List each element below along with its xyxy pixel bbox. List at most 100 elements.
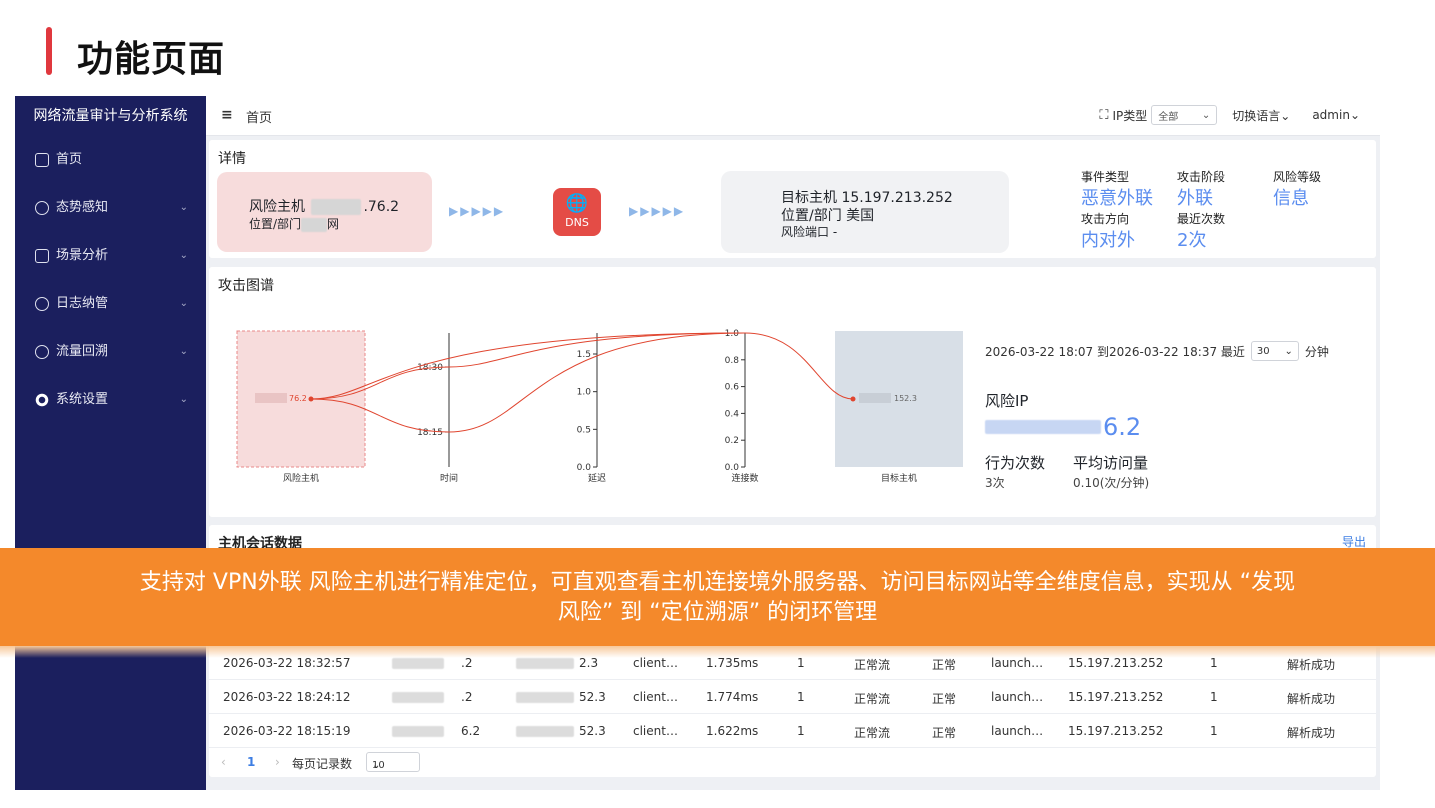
axis-label: 时间: [440, 472, 458, 484]
sidebar-item-label: 系统设置: [56, 392, 109, 407]
graph-link: [310, 332, 746, 400]
attack-stage-label: 攻击阶段: [1177, 170, 1226, 184]
cell-client: client…: [633, 724, 678, 738]
prev-page-button[interactable]: ‹: [221, 755, 226, 769]
cell-status: 正常: [932, 726, 957, 740]
slide-title: 功能页面: [77, 39, 226, 80]
cell-latency: 1.774ms: [706, 690, 759, 704]
caption-line-2: 风险” 到 “定位溯源” 的闭环管理: [557, 600, 878, 625]
next-page-button[interactable]: ›: [275, 755, 280, 769]
sidebar-item-logs[interactable]: 日志纳管 ⌄: [15, 280, 206, 328]
globe-icon: 🌐: [565, 193, 589, 214]
graph-link: [310, 332, 746, 433]
chevron-down-icon: ⌄: [1201, 109, 1211, 121]
risk-location-label: 位置/部门: [249, 217, 302, 231]
event-type-label: 事件类型: [1081, 170, 1130, 184]
cell-time: 2026-03-22 18:32:57: [223, 656, 351, 670]
sidebar-item-scene[interactable]: 场景分析 ⌄: [15, 232, 206, 280]
cell-app: launch…: [991, 656, 1044, 670]
tick-label: 0.0: [577, 463, 592, 473]
radar-icon: [35, 201, 49, 215]
menu-icon[interactable]: ≡: [221, 107, 233, 123]
cell-count: 1: [797, 724, 805, 738]
chevron-down-icon: ⌄: [372, 760, 381, 771]
caption-banner: 支持对 VPN外联 风险主机进行精准定位，可直观查看主机连接境外服务器、访问目标…: [0, 548, 1435, 646]
slide-header: 功能页面: [0, 0, 1435, 96]
cell-app: launch…: [991, 724, 1044, 738]
ip-type-label: IP类型: [1112, 108, 1148, 123]
behavior-value: 3次: [985, 476, 1005, 490]
cell-target: 15.197.213.252: [1068, 690, 1164, 704]
sidebar-item-label: 场景分析: [56, 248, 109, 263]
cell-src: .2: [461, 690, 473, 704]
chevron-down-icon: ⌄: [179, 394, 188, 405]
sidebar-item-situation[interactable]: 态势感知 ⌄: [15, 184, 206, 232]
ip-type-select[interactable]: 全部 ⌄: [1151, 105, 1218, 125]
cell-result: 解析成功: [1287, 692, 1336, 706]
risk-location-line: 位置/部门 网: [249, 215, 339, 232]
cell-client: client…: [633, 656, 678, 670]
per-page-select[interactable]: 10 ⌄: [366, 752, 420, 772]
risk-ip-suffix: 6.2: [1103, 413, 1142, 441]
masked-risk-ip: [985, 420, 1101, 434]
language-switch[interactable]: 切换语言⌄: [1232, 107, 1290, 124]
sidebar-item-traffic[interactable]: 流量回溯 ⌄: [15, 328, 206, 376]
caption-line-1: 支持对 VPN外联 风险主机进行精准定位，可直观查看主机连接境外服务器、访问目标…: [139, 570, 1296, 595]
user-name: admin: [1312, 108, 1350, 122]
risk-level-value: 信息: [1273, 188, 1309, 209]
app-window: 网络流量审计与分析系统 首页 态势感知 ⌄ 场景分析 ⌄ 日志纳管 ⌄ 流量回溯…: [15, 96, 1380, 790]
risk-host-label: 风险主机: [249, 199, 305, 215]
masked-ip: [311, 199, 362, 215]
sidebar-item-home[interactable]: 首页: [15, 136, 206, 184]
tick-label: 0.8: [725, 356, 740, 366]
range-unit: 分钟: [1304, 344, 1329, 359]
cell-target: 15.197.213.252: [1068, 724, 1164, 738]
range-text: 2026-03-22 18:07 到2026-03-22 18:37 最近: [985, 344, 1245, 359]
chevron-down-icon: ⌄: [1284, 345, 1293, 357]
sidebar-item-settings[interactable]: 系统设置 ⌄: [15, 376, 206, 424]
attack-graph-svg: 76.2 152.3 风险主机 时间 延迟 连接数 目标主机18:3018:151.51…: [236, 329, 963, 484]
time-range: 2026-03-22 18:07 到2026-03-22 18:37 最近 30…: [985, 341, 1329, 361]
clock-icon: [35, 345, 49, 359]
home-icon: [35, 153, 49, 167]
direction-value: 内对外: [1081, 230, 1135, 251]
masked-ip: [516, 658, 574, 669]
sidebar: 网络流量审计与分析系统 首页 态势感知 ⌄ 场景分析 ⌄ 日志纳管 ⌄ 流量回溯…: [15, 96, 206, 790]
user-menu[interactable]: admin⌄: [1312, 108, 1360, 122]
target-host: 目标主机 15.197.213.252: [781, 190, 953, 206]
cell-app: launch…: [991, 690, 1044, 704]
cell-flow: 正常流: [854, 726, 891, 740]
behavior-label: 行为次数: [985, 454, 1046, 472]
chevron-down-icon: ⌄: [179, 298, 188, 309]
tick-label: 1.5: [577, 350, 591, 360]
cell-target: 15.197.213.252: [1068, 656, 1164, 670]
range-select-value: 30: [1256, 345, 1270, 357]
cell-time: 2026-03-22 18:24:12: [223, 690, 351, 704]
tick-label: 1.0: [577, 388, 592, 398]
cell-flow: 正常流: [854, 692, 891, 706]
table-row[interactable]: 2026-03-22 18:15:19 6.2 52.3 client… 1.622ms…: [209, 713, 1376, 747]
avg-visit-value: 0.10(次/分钟): [1073, 476, 1150, 490]
breadcrumb[interactable]: 首页: [246, 107, 272, 126]
cell-flow: 正常流: [854, 658, 891, 672]
page-number[interactable]: 1: [247, 755, 255, 769]
risk-level-label: 风险等级: [1273, 170, 1322, 184]
target-location: 位置/部门 美国: [781, 208, 875, 224]
range-select[interactable]: 30 ⌄: [1250, 341, 1299, 361]
tick-label: 0.2: [725, 436, 739, 446]
target-port: 风险端口 -: [781, 225, 838, 239]
risk-host-ip: .76.2: [363, 199, 400, 215]
attack-stage-value: 外联: [1177, 188, 1213, 209]
recent-count-label: 最近次数: [1177, 212, 1226, 226]
masked-ip: [392, 658, 444, 669]
masked-location: [301, 217, 328, 232]
fullscreen-icon[interactable]: ⛶: [1099, 108, 1108, 123]
cell-time: 2026-03-22 18:15:19: [223, 724, 351, 738]
table-row[interactable]: 2026-03-22 18:24:12 .2 52.3 client… 1.774ms 1…: [209, 679, 1376, 713]
graph-axes: 风险主机 时间 延迟 连接数 目标主机18:3018:151.51.00.50.01.0…: [283, 329, 917, 484]
flow-arrows-left: ▶▶▶▶▶: [449, 204, 506, 218]
cell-num: 1: [1210, 724, 1218, 738]
cell-latency: 1.735ms: [706, 656, 759, 670]
masked-source: [255, 393, 287, 403]
topbar: ≡ 首页 ⛶ IP类型 全部 ⌄ 切换语言⌄ admin⌄: [206, 96, 1380, 136]
